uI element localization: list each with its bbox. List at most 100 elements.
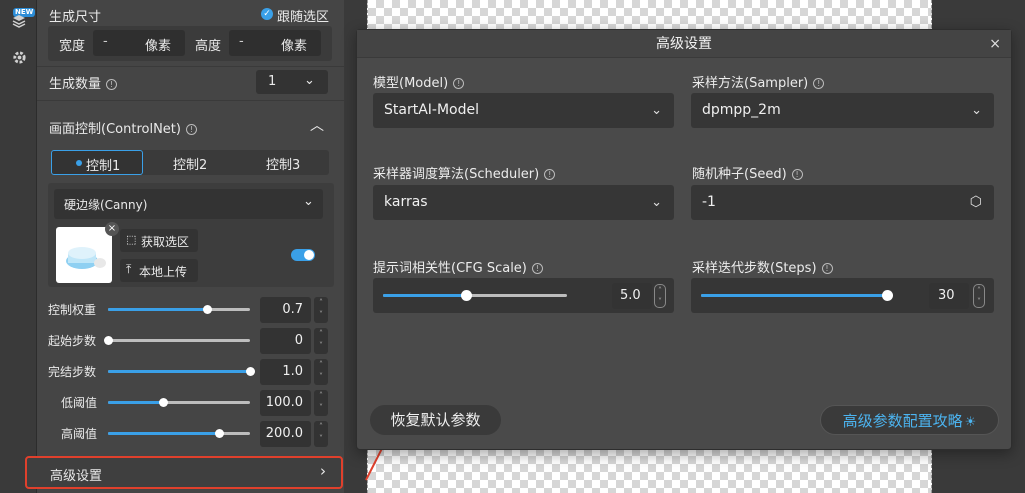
slider-value: 200.0 — [265, 426, 303, 441]
get-selection-button[interactable]: ⬚ 获取选区 — [120, 229, 198, 252]
slider-label: 起始步数 — [48, 334, 97, 348]
slider-knob[interactable] — [203, 305, 213, 314]
preprocessor-select[interactable]: 硬边缘(Canny) ⌄ — [54, 189, 323, 219]
slider-value-input[interactable]: 100.0 ˄ ˅ — [260, 390, 328, 416]
steps-value-input[interactable]: 30 — [929, 283, 969, 309]
slider-value-input[interactable]: 1.0 ˄ ˅ — [260, 359, 328, 385]
seed-value: -1 — [702, 194, 716, 210]
selection-icon: ⬚ — [126, 233, 137, 246]
sampler-label: 采样方法(Sampler)! — [692, 72, 825, 91]
steps-stepper[interactable]: ˄ ˅ — [973, 284, 985, 308]
slider-value: 0.7 — [282, 302, 303, 317]
slider-stepper[interactable]: ˄ ˅ — [314, 297, 328, 323]
slider-label: 低阈值 — [61, 396, 98, 410]
height-label: 高度 — [195, 39, 222, 54]
layers-icon[interactable] — [10, 13, 28, 31]
cfg-slider-box: 5.0 ˄ ˅ — [373, 278, 674, 313]
reset-defaults-label: 恢复默认参数 — [390, 411, 481, 429]
steps-label-text: 采样迭代步数(Steps) — [692, 261, 817, 276]
slider-label: 控制权重 — [48, 303, 97, 317]
dice-icon[interactable]: ⬡ — [970, 185, 982, 220]
advanced-guide-button[interactable]: 高级参数配置攻略 ☀ — [820, 405, 999, 435]
cfg-value: 5.0 — [620, 288, 641, 303]
reset-defaults-button[interactable]: 恢复默认参数 — [370, 405, 501, 435]
follow-selection-checkbox[interactable]: ✓ — [261, 8, 273, 20]
slider-value-input[interactable]: 0.7 ˄ ˅ — [260, 297, 328, 323]
steps-value: 30 — [938, 288, 955, 303]
slider-track[interactable] — [104, 336, 250, 345]
chevron-up-icon[interactable]: ︿ — [310, 115, 324, 135]
close-icon[interactable]: × — [989, 30, 1001, 58]
slider-knob[interactable] — [214, 429, 224, 438]
cfg-label: 提示词相关性(CFG Scale)! — [373, 257, 543, 276]
controlnet-unit: 硬边缘(Canny) ⌄ × ⬚ 获取选区 ⤒ 本地上传 — [48, 183, 334, 287]
toggle-knob — [304, 250, 314, 260]
cfg-stepper[interactable]: ˄ ˅ — [654, 284, 666, 308]
chevron-down-icon: ⌄ — [971, 103, 982, 118]
gen-count-select[interactable]: 1 ⌄ — [256, 70, 328, 94]
slider-track[interactable] — [108, 367, 255, 376]
reference-thumbnail[interactable] — [56, 227, 112, 283]
slider-knob[interactable] — [246, 367, 255, 376]
height-input[interactable]: - 像素 — [229, 30, 321, 56]
info-icon: ! — [453, 78, 465, 89]
gen-count-text: 生成数量 — [49, 77, 102, 92]
cfg-slider-knob[interactable] — [460, 290, 472, 301]
remove-image-icon[interactable]: × — [105, 222, 119, 236]
model-select[interactable]: StartAI-Model ⌄ — [373, 93, 674, 128]
slider-track[interactable] — [108, 305, 250, 314]
slider-stepper[interactable]: ˄ ˅ — [314, 359, 328, 385]
advanced-settings-label: 高级设置 — [50, 469, 103, 484]
scheduler-select[interactable]: karras ⌄ — [373, 185, 674, 220]
width-input[interactable]: - 像素 — [93, 30, 185, 56]
slider-value-input[interactable]: 200.0 ˄ ˅ — [260, 421, 328, 447]
controlnet-text: 画面控制(ControlNet) — [49, 122, 181, 137]
tab-control-3-label: 控制3 — [266, 158, 301, 173]
slider-row: 起始步数 0 ˄ ˅ — [37, 327, 344, 355]
enable-toggle[interactable] — [291, 249, 315, 261]
width-value: - — [103, 34, 108, 49]
slider-value-input[interactable]: 0 ˄ ˅ — [260, 328, 328, 354]
local-upload-button[interactable]: ⤒ 本地上传 — [120, 259, 198, 282]
slider-track[interactable] — [108, 429, 250, 438]
slider-track[interactable] — [108, 398, 250, 407]
tab-control-3[interactable]: 控制3 — [237, 150, 329, 175]
gear-icon[interactable] — [10, 50, 28, 68]
slider-row: 低阈值 100.0 ˄ ˅ — [37, 389, 344, 417]
slider-fill — [108, 308, 208, 311]
tab-control-1[interactable]: 控制1 — [51, 150, 143, 175]
info-icon: ! — [106, 79, 118, 90]
height-value: - — [239, 34, 244, 49]
info-icon: ! — [791, 169, 803, 180]
slider-knob[interactable] — [159, 398, 169, 407]
slider-stepper[interactable]: ˄ ˅ — [314, 390, 328, 416]
seed-input[interactable]: -1 ⬡ — [691, 185, 994, 220]
slider-stepper[interactable]: ˄ ˅ — [314, 328, 328, 354]
cfg-value-input[interactable]: 5.0 — [612, 283, 652, 309]
chevron-right-icon: › — [320, 462, 326, 480]
cfg-label-text: 提示词相关性(CFG Scale) — [373, 261, 527, 276]
sampler-select[interactable]: dpmpp_2m ⌄ — [691, 93, 994, 128]
steps-label: 采样迭代步数(Steps)! — [692, 257, 833, 276]
width-unit: 像素 — [145, 39, 172, 54]
slider-label: 完结步数 — [48, 365, 97, 379]
slider-row: 完结步数 1.0 ˄ ˅ — [37, 358, 344, 386]
slider-knob[interactable] — [104, 336, 113, 345]
tab-control-2[interactable]: 控制2 — [144, 150, 236, 175]
steps-slider-knob[interactable] — [882, 290, 893, 301]
slider-label: 高阈值 — [61, 427, 98, 441]
advanced-settings-row[interactable]: 高级设置 › — [25, 456, 343, 489]
advanced-guide-label: 高级参数配置攻略 — [842, 412, 963, 430]
sampler-value: dpmpp_2m — [702, 102, 781, 118]
slider-fill — [108, 432, 219, 435]
slider-value: 0 — [294, 333, 303, 348]
info-icon: ! — [821, 263, 833, 274]
steps-slider[interactable] — [701, 290, 893, 301]
slider-stepper[interactable]: ˄ ˅ — [314, 421, 328, 447]
cfg-slider[interactable] — [383, 290, 567, 301]
gen-count-label: 生成数量! — [49, 73, 118, 92]
advanced-settings-dialog: 高级设置 × 模型(Model)! StartAI-Model ⌄ 采样方法(Sa… — [356, 29, 1012, 450]
slider-fill — [108, 401, 164, 404]
tab-control-1-label: 控制1 — [86, 159, 121, 174]
gen-count-value: 1 — [268, 74, 277, 89]
